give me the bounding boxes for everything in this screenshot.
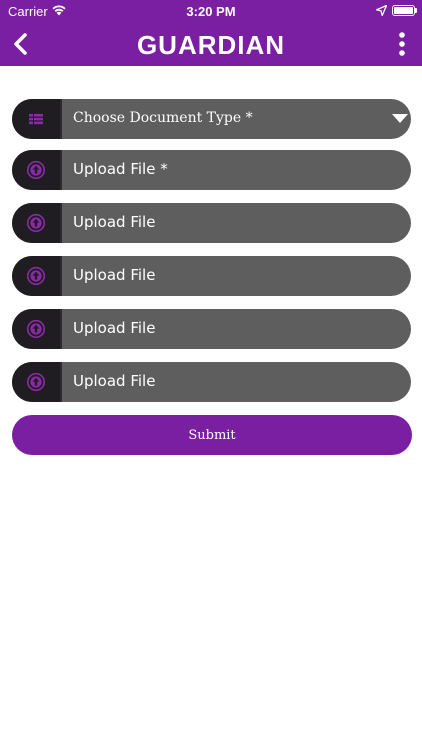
battery-tip	[415, 8, 417, 13]
more-vertical-icon[interactable]	[392, 29, 412, 59]
upload-file-field-5[interactable]: Upload File	[12, 362, 411, 402]
chevron-down-icon	[392, 114, 408, 123]
upload-circle-icon	[26, 160, 46, 180]
field-divider	[60, 309, 62, 349]
upload-circle-icon	[26, 213, 46, 233]
location-arrow-icon	[376, 5, 387, 16]
upload-file-label: Upload File	[73, 213, 156, 231]
document-type-select[interactable]: Choose Document Type *	[12, 99, 411, 139]
upload-icon-cell	[12, 203, 60, 243]
upload-icon-cell	[12, 256, 60, 296]
upload-icon-cell	[12, 150, 60, 190]
upload-file-field-4[interactable]: Upload File	[12, 309, 411, 349]
field-divider	[60, 203, 62, 243]
field-divider	[60, 150, 62, 190]
upload-file-label: Upload File *	[73, 160, 168, 178]
document-type-label: Choose Document Type *	[73, 110, 253, 126]
grid-list-icon	[29, 114, 43, 125]
nav-bar: GUARDIAN	[0, 22, 422, 66]
status-bar: Carrier 3:20 PM	[0, 0, 422, 22]
field-divider	[60, 256, 62, 296]
clock: 3:20 PM	[186, 4, 236, 19]
upload-circle-icon	[26, 372, 46, 392]
upload-circle-icon	[26, 266, 46, 286]
upload-file-label: Upload File	[73, 372, 156, 390]
battery-icon	[392, 5, 415, 16]
upload-file-field-1[interactable]: Upload File *	[12, 150, 411, 190]
field-divider	[60, 99, 62, 139]
field-divider	[60, 362, 62, 402]
document-type-icon-cell	[12, 99, 60, 139]
upload-icon-cell	[12, 362, 60, 402]
upload-file-label: Upload File	[73, 319, 156, 337]
upload-file-field-2[interactable]: Upload File	[12, 203, 411, 243]
upload-icon-cell	[12, 309, 60, 349]
upload-file-field-3[interactable]: Upload File	[12, 256, 411, 296]
upload-file-label: Upload File	[73, 266, 156, 284]
submit-button[interactable]: Submit	[12, 415, 412, 455]
upload-circle-icon	[26, 319, 46, 339]
app-title: GUARDIAN	[136, 30, 286, 60]
